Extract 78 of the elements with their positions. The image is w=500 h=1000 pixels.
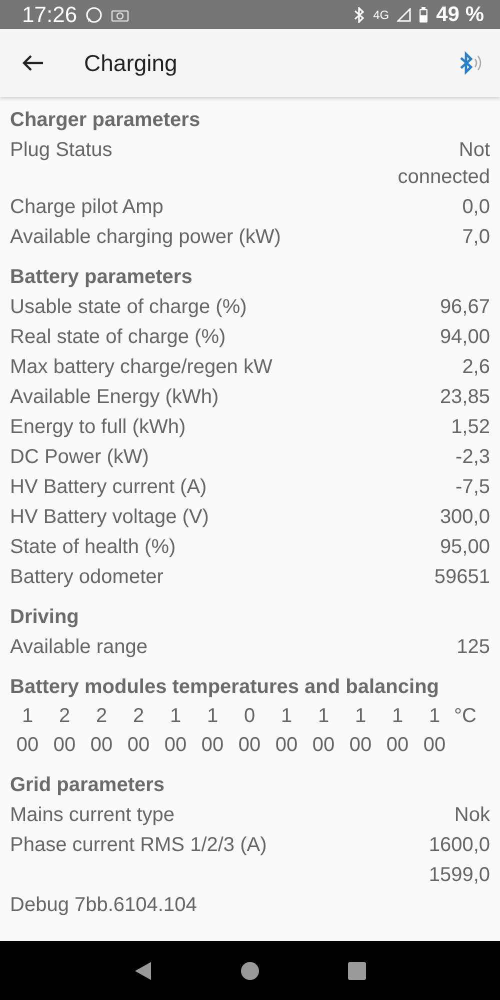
bluetooth-icon (353, 6, 366, 22)
battery-percent: 49 % (436, 2, 484, 26)
parameter-label: DC Power (kW) (10, 444, 149, 470)
module-balancing: 00 (127, 733, 150, 758)
parameter-value: 1600,0 (428, 832, 490, 858)
parameter-label: Charge pilot Amp (10, 194, 164, 220)
status-time: 17:26 (22, 2, 78, 28)
network-type: 4G (373, 8, 390, 22)
parameter-value: 1,52 (451, 414, 490, 440)
parameter-label: Battery odometer (10, 564, 164, 590)
bluetooth-signal-icon[interactable] (458, 51, 484, 75)
module-temperature: 1 (318, 704, 330, 729)
parameter-label: Debug 7bb.6104.104 (10, 892, 197, 918)
parameter-value: 23,85 (440, 384, 490, 410)
module-balancing: 00 (312, 733, 335, 758)
module-temperature: 2 (58, 704, 70, 729)
recents-icon[interactable] (348, 962, 366, 980)
parameter-label: Usable state of charge (%) (10, 294, 247, 320)
parameter-label: HV Battery voltage (V) (10, 504, 209, 530)
parameter-label: State of health (%) (10, 534, 176, 560)
parameter-label: HV Battery current (A) (10, 474, 207, 500)
parameter-label: Available charging power (kW) (10, 224, 281, 250)
module-temperature: 2 (96, 704, 108, 729)
parameter-label: Available Energy (kWh) (10, 384, 219, 410)
module-balancing: 00 (238, 733, 261, 758)
parameter-label: Plug Status (10, 138, 112, 162)
parameter-label: Mains current type (10, 802, 175, 828)
parameter-label: Phase current RMS 1/2/3 (A) (10, 832, 267, 858)
parameter-value: Nok (454, 802, 490, 828)
module-temperature: 1 (206, 704, 218, 729)
parameter-value: 59651 (434, 564, 490, 590)
module-temperature: 1 (22, 704, 34, 729)
module-balancing: 00 (53, 733, 76, 758)
section-title: Driving (10, 604, 80, 630)
screen-title: Charging (84, 50, 178, 76)
module-temperature: 1 (392, 704, 404, 729)
home-icon[interactable] (240, 962, 259, 980)
parameter-value: 96,67 (440, 294, 490, 320)
section-title: Battery parameters (10, 264, 194, 290)
parameter-label: Energy to full (kWh) (10, 414, 186, 440)
module-balancing: 00 (164, 733, 187, 758)
module-temperature: 1 (428, 704, 440, 729)
signal-icon (397, 8, 412, 22)
section-title: Battery modules temperatures and balancing (10, 674, 440, 700)
parameter-value: 300,0 (440, 504, 490, 530)
temperature-unit: °C (454, 704, 476, 729)
module-temperature: 1 (280, 704, 292, 729)
parameter-label: Real state of charge (%) (10, 324, 226, 350)
parameter-label: Max battery charge/regen kW (10, 354, 272, 380)
battery-icon (419, 6, 428, 22)
module-temperature: 2 (132, 704, 144, 729)
module-balancing: 00 (423, 733, 446, 758)
module-temperature: 1 (170, 704, 182, 729)
module-balancing: 00 (201, 733, 224, 758)
parameter-label: Available range (10, 634, 148, 660)
parameter-value: Not connected (396, 138, 490, 190)
parameter-value: -2,3 (456, 444, 490, 470)
parameter-value: 2,6 (462, 354, 490, 380)
chat-icon (85, 6, 104, 24)
parameter-value: 95,00 (440, 534, 490, 560)
parameter-value: 1599,0 (428, 862, 490, 888)
section-title: Charger parameters (10, 108, 202, 132)
section-title: Grid parameters (10, 772, 166, 798)
module-balancing: 00 (386, 733, 409, 758)
module-balancing: 00 (90, 733, 113, 758)
module-temperature: 0 (244, 704, 256, 729)
parameter-value: 7,0 (462, 224, 490, 250)
module-balancing: 00 (349, 733, 372, 758)
module-balancing: 00 (275, 733, 298, 758)
module-balancing: 00 (16, 733, 39, 758)
back-icon[interactable] (134, 960, 152, 980)
parameter-value: 125 (456, 634, 490, 660)
camera-icon (111, 8, 130, 22)
module-temperature: 1 (354, 704, 366, 729)
back-arrow-icon[interactable] (22, 54, 44, 72)
parameter-value: 94,00 (440, 324, 490, 350)
parameter-value: 0,0 (462, 194, 490, 220)
parameter-value: -7,5 (456, 474, 490, 500)
